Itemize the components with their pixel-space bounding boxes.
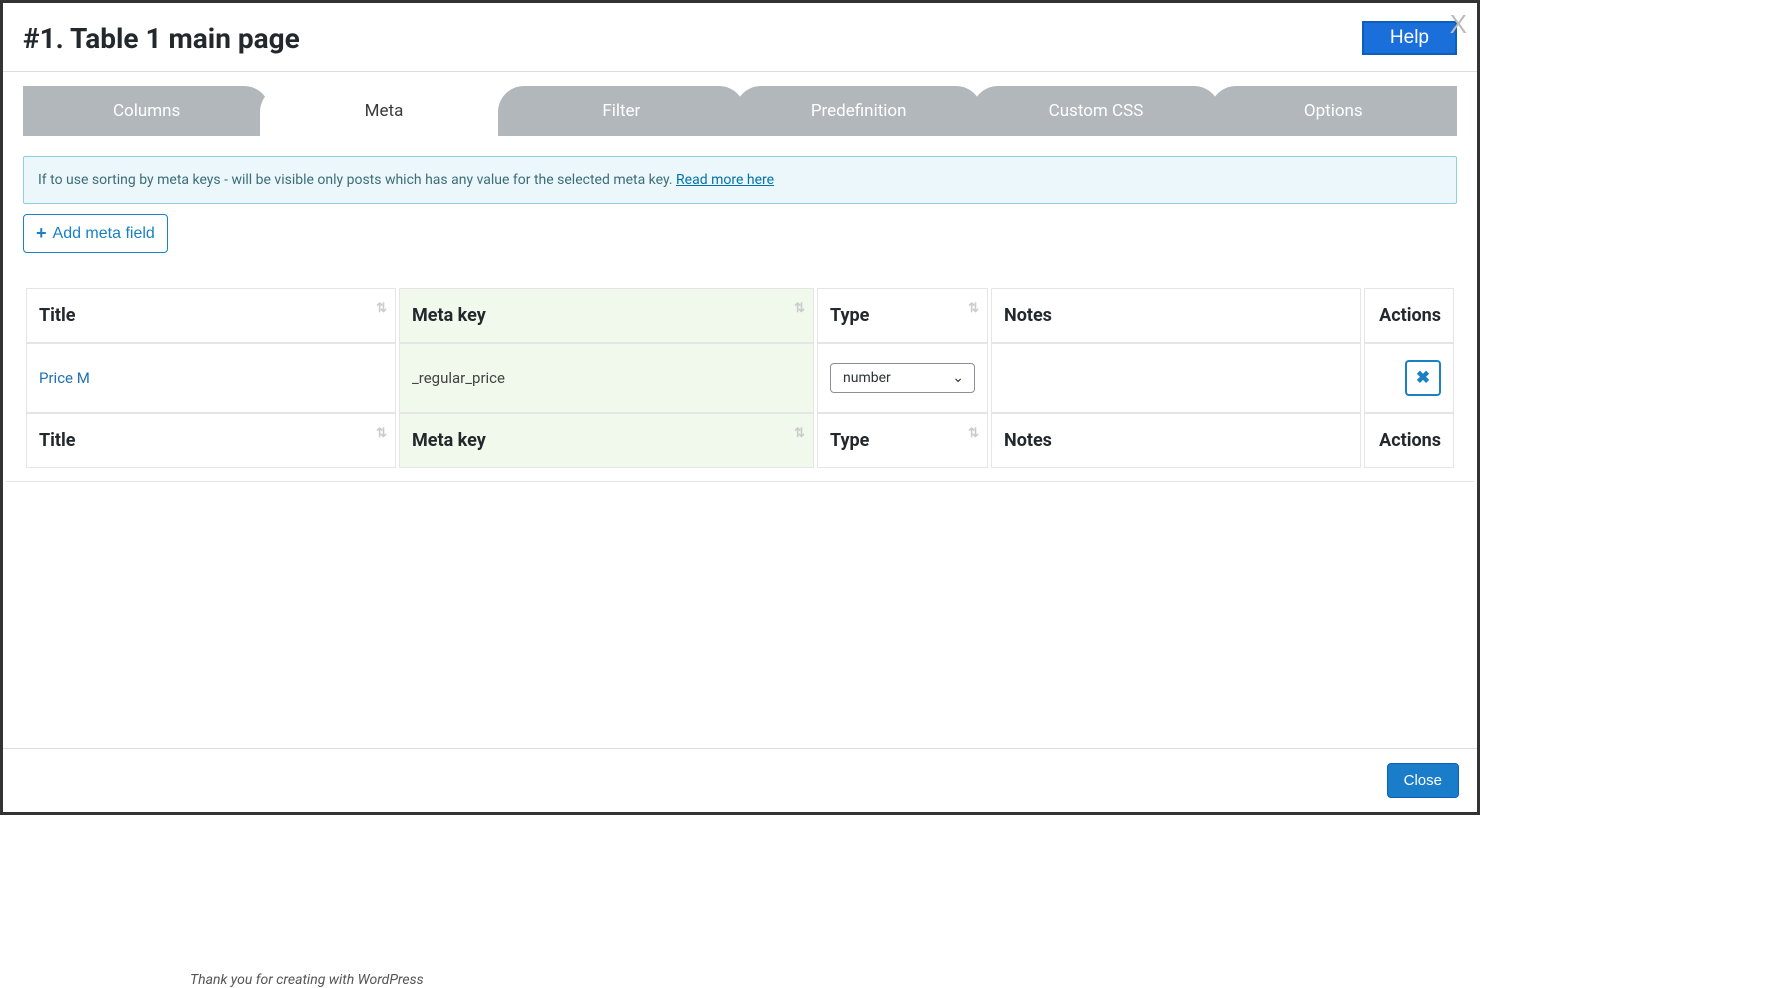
chevron-down-icon: ⌄ [952, 370, 964, 386]
table-header-row: Title Meta key Type Notes Actions [26, 288, 1454, 343]
cell-title: Price M [26, 343, 396, 413]
cell-actions: ✖ [1364, 343, 1454, 413]
tf-notes: Notes [991, 413, 1361, 468]
modal-dialog: X #1. Table 1 main page Help Columns Met… [0, 0, 1480, 815]
type-select[interactable]: number ⌄ [830, 363, 975, 393]
divider [6, 481, 1474, 482]
plus-icon: + [36, 223, 47, 244]
tf-title[interactable]: Title [26, 413, 396, 468]
tab-custom-css[interactable]: Custom CSS [972, 86, 1219, 136]
close-button[interactable]: Close [1387, 763, 1459, 798]
add-meta-label: Add meta field [53, 225, 155, 243]
content-area: If to use sorting by meta keys - will be… [3, 136, 1477, 488]
tab-options[interactable]: Options [1210, 86, 1457, 136]
header-actions: Help [1362, 21, 1457, 55]
tabs-container: Columns Meta Filter Predefinition Custom… [3, 86, 1477, 136]
tf-meta-key[interactable]: Meta key [399, 413, 814, 468]
close-icon[interactable]: X [1450, 9, 1467, 40]
tab-columns[interactable]: Columns [23, 86, 270, 136]
tf-type[interactable]: Type [817, 413, 988, 468]
th-type[interactable]: Type [817, 288, 988, 343]
cell-notes [991, 343, 1361, 413]
cell-type: number ⌄ [817, 343, 988, 413]
title-link[interactable]: Price M [39, 369, 90, 387]
meta-table-wrap: Title Meta key Type Notes Actions Price … [23, 288, 1457, 468]
modal-footer: Close [3, 748, 1477, 812]
modal-header: #1. Table 1 main page Help [3, 3, 1477, 72]
tf-actions: Actions [1364, 413, 1454, 468]
tab-meta[interactable]: Meta [260, 86, 507, 136]
alert-link[interactable]: Read more here [676, 172, 774, 188]
type-value: number [843, 370, 891, 386]
cell-meta-key: _regular_price [399, 343, 814, 413]
th-notes: Notes [991, 288, 1361, 343]
add-meta-field-button[interactable]: + Add meta field [23, 214, 168, 253]
meta-table: Title Meta key Type Notes Actions Price … [23, 288, 1457, 468]
tab-filter[interactable]: Filter [498, 86, 745, 136]
tabs: Columns Meta Filter Predefinition Custom… [23, 86, 1457, 136]
th-actions: Actions [1364, 288, 1454, 343]
alert-text: If to use sorting by meta keys - will be… [38, 172, 676, 188]
info-alert: If to use sorting by meta keys - will be… [23, 156, 1457, 204]
delete-row-button[interactable]: ✖ [1405, 360, 1441, 396]
th-meta-key[interactable]: Meta key [399, 288, 814, 343]
background-text: Thank you for creating with WordPress [190, 972, 424, 988]
tab-predefinition[interactable]: Predefinition [735, 86, 982, 136]
help-button[interactable]: Help [1362, 21, 1457, 55]
th-title[interactable]: Title [26, 288, 396, 343]
table-row: Price M _regular_price number ⌄ [26, 343, 1454, 413]
table-footer-row: Title Meta key Type Notes Actions [26, 413, 1454, 468]
close-icon: ✖ [1416, 368, 1430, 388]
page-title: #1. Table 1 main page [23, 22, 300, 55]
